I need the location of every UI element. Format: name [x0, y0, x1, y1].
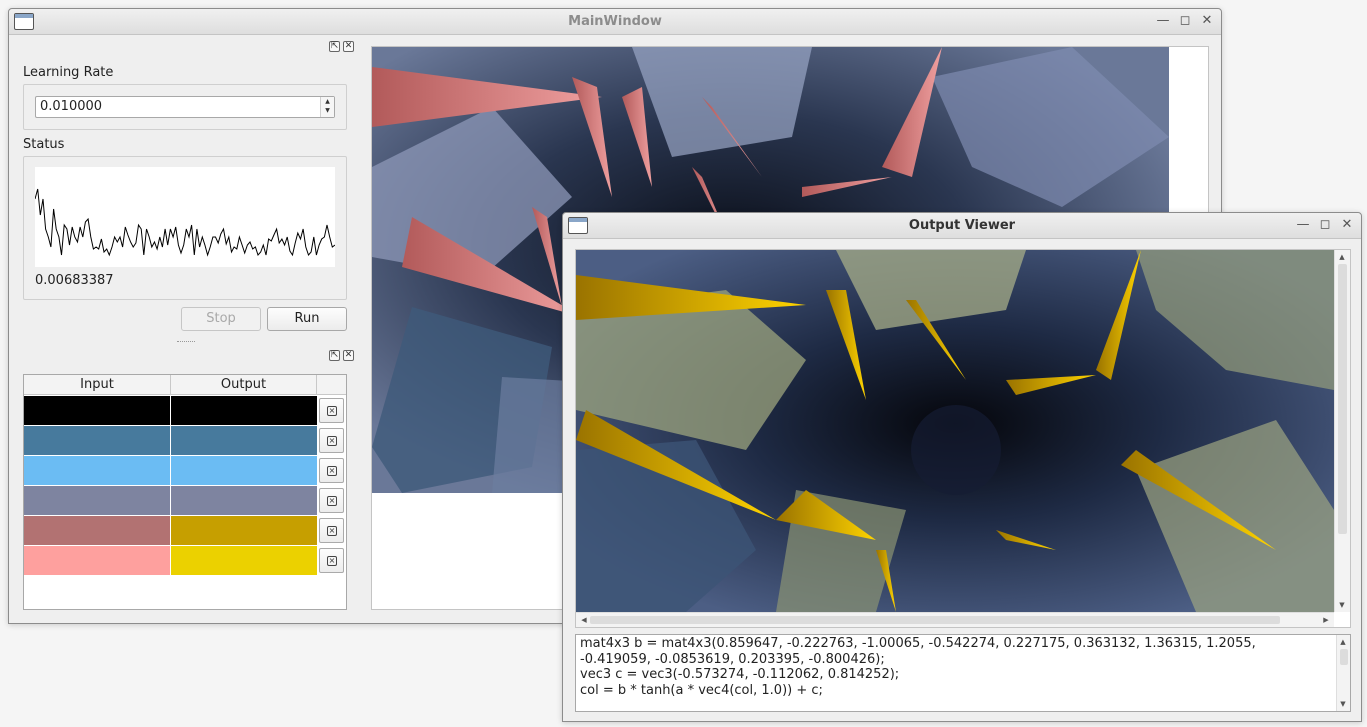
loss-plot	[34, 167, 336, 267]
hscroll-thumb[interactable]	[590, 616, 1280, 624]
code-editor[interactable]: mat4x3 b = mat4x3(0.859647, -0.222763, -…	[575, 634, 1351, 712]
vscroll-thumb[interactable]	[1338, 264, 1347, 534]
code-line-4: col = b * tanh(a * vec4(col, 1.0)) + c;	[580, 683, 823, 698]
scroll-down-icon[interactable]: ▼	[1336, 600, 1348, 610]
delete-row-button[interactable]: ×	[319, 398, 344, 423]
delete-row-icon: ×	[327, 466, 337, 476]
spin-down-icon[interactable]: ▼	[321, 106, 334, 115]
delete-row-button[interactable]: ×	[319, 488, 344, 513]
output-color-cell[interactable]	[171, 546, 317, 575]
viewer-minimize-icon[interactable]: —	[1295, 217, 1311, 233]
learning-rate-label: Learning Rate	[23, 65, 114, 80]
minimize-icon[interactable]: —	[1155, 13, 1171, 29]
delete-row-icon: ×	[327, 406, 337, 416]
input-color-cell[interactable]	[24, 516, 170, 545]
header-output[interactable]: Output	[171, 375, 317, 395]
loss-line	[34, 188, 336, 257]
table-header: Input Output	[24, 375, 346, 395]
dock-float-icon[interactable]: ⇱	[329, 41, 340, 52]
delete-row-button[interactable]: ×	[319, 548, 344, 573]
input-color-cell[interactable]	[24, 456, 170, 485]
editor-vscroll-thumb[interactable]	[1340, 649, 1348, 665]
editor-scroll-up-icon[interactable]: ▲	[1337, 637, 1349, 647]
delete-row-button[interactable]: ×	[319, 458, 344, 483]
loss-value: 0.00683387	[35, 273, 114, 288]
delete-row-icon: ×	[327, 556, 337, 566]
output-vscrollbar[interactable]: ▲ ▼	[1334, 250, 1350, 612]
stop-button[interactable]: Stop	[181, 307, 261, 331]
code-line-2: -0.419059, -0.0853619, 0.203395, -0.8004…	[580, 652, 885, 667]
viewer-window-title: Output Viewer	[908, 218, 1016, 233]
delete-row-icon: ×	[327, 496, 337, 506]
maximize-icon[interactable]: ◻	[1177, 13, 1193, 29]
delete-row-button[interactable]: ×	[319, 518, 344, 543]
output-viewer-window: Output Viewer — ◻ ✕ ▲ ▼ ◀ ▶ mat4x3 b = m…	[562, 212, 1362, 722]
status-label: Status	[23, 137, 65, 152]
scroll-up-icon[interactable]: ▲	[1336, 252, 1348, 262]
output-color-cell[interactable]	[171, 486, 317, 515]
delete-row-button[interactable]: ×	[319, 428, 344, 453]
color-table: Input Output × × × × × ×	[23, 374, 347, 610]
input-color-cell[interactable]	[24, 426, 170, 455]
spin-up-icon[interactable]: ▲	[321, 97, 334, 106]
dock-splitter[interactable]	[177, 341, 195, 344]
code-line-1: mat4x3 b = mat4x3(0.859647, -0.222763, -…	[580, 636, 1256, 651]
viewer-titlebar[interactable]: Output Viewer — ◻ ✕	[563, 213, 1361, 239]
dock-close-icon[interactable]: ✕	[343, 41, 354, 52]
output-render	[576, 250, 1334, 612]
learning-rate-spinbox[interactable]: 0.010000 ▲ ▼	[35, 96, 335, 118]
run-button[interactable]: Run	[267, 307, 347, 331]
code-line-3: vec3 c = vec3(-0.573274, -0.112062, 0.81…	[580, 667, 900, 682]
editor-scroll-down-icon[interactable]: ▼	[1337, 699, 1349, 709]
viewer-maximize-icon[interactable]: ◻	[1317, 217, 1333, 233]
output-image-view: ▲ ▼ ◀ ▶	[575, 249, 1351, 628]
output-color-cell[interactable]	[171, 516, 317, 545]
input-color-cell[interactable]	[24, 546, 170, 575]
output-color-cell[interactable]	[171, 456, 317, 485]
output-hscrollbar[interactable]: ◀ ▶	[576, 612, 1334, 627]
header-input[interactable]: Input	[24, 375, 171, 395]
learning-rate-value: 0.010000	[40, 99, 103, 114]
scroll-left-icon[interactable]: ◀	[578, 615, 590, 625]
output-color-cell[interactable]	[171, 396, 317, 425]
delete-row-icon: ×	[327, 436, 337, 446]
close-icon[interactable]: ✕	[1199, 13, 1215, 29]
input-color-cell[interactable]	[24, 486, 170, 515]
dock2-close-icon[interactable]: ✕	[343, 350, 354, 361]
editor-vscrollbar[interactable]: ▲ ▼	[1336, 635, 1350, 711]
loss-plot-svg	[34, 188, 336, 257]
input-color-cell[interactable]	[24, 396, 170, 425]
scroll-right-icon[interactable]: ▶	[1320, 615, 1332, 625]
delete-row-icon: ×	[327, 526, 337, 536]
dock2-float-icon[interactable]: ⇱	[329, 350, 340, 361]
viewer-close-icon[interactable]: ✕	[1339, 217, 1355, 233]
main-window-title: MainWindow	[568, 14, 662, 29]
main-titlebar[interactable]: MainWindow — ◻ ✕	[9, 9, 1221, 35]
output-color-cell[interactable]	[171, 426, 317, 455]
